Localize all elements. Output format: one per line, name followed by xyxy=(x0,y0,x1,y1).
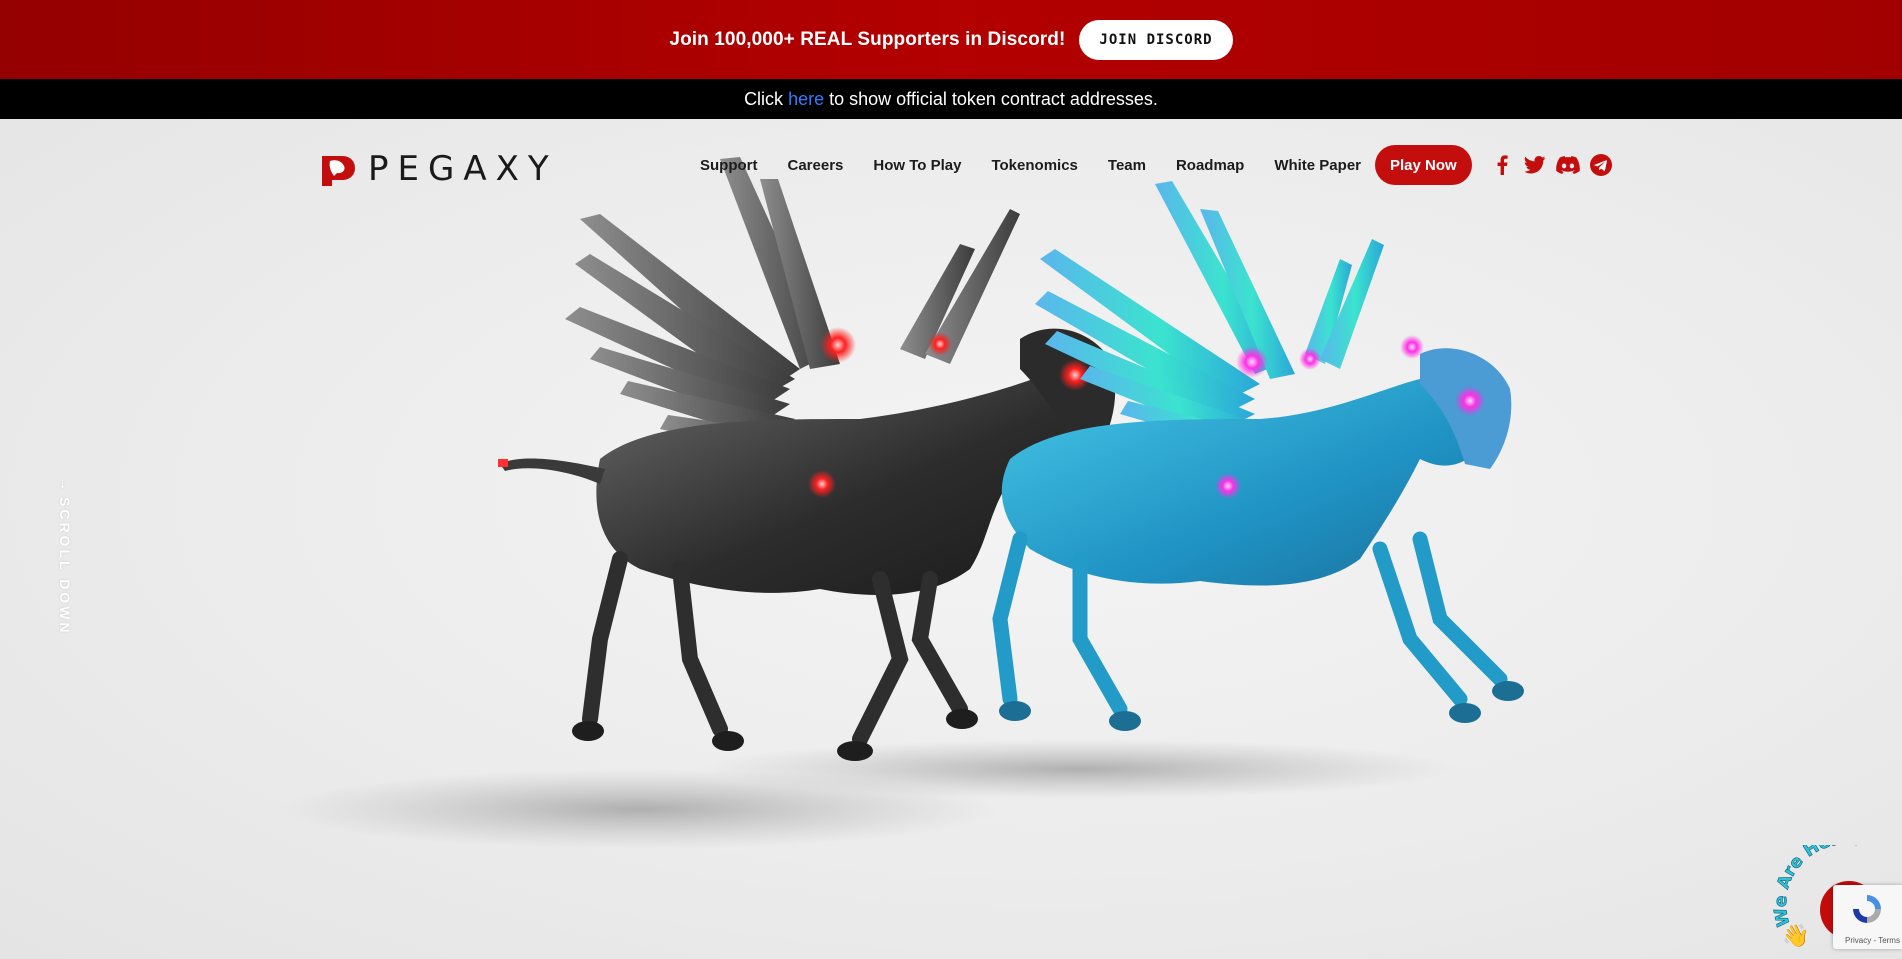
twitter-icon[interactable] xyxy=(1523,153,1547,177)
scroll-down-indicator[interactable]: → SCROLL DOWN xyxy=(57,477,73,636)
recaptcha-terms[interactable]: Privacy - Terms xyxy=(1845,936,1900,945)
notice-text-after: to show official token contract addresse… xyxy=(829,88,1158,109)
hero-section: PEGAXY Support Careers How To Play Token… xyxy=(0,119,1902,959)
join-discord-button[interactable]: Join Discord xyxy=(1079,19,1233,60)
main-nav: Support Careers How To Play Tokenomics T… xyxy=(700,145,1613,185)
facebook-icon[interactable] xyxy=(1490,153,1514,177)
hero-pegasus-artwork xyxy=(280,157,1524,849)
brand-name: PEGAXY xyxy=(368,149,558,189)
scroll-down-label: SCROLL DOWN xyxy=(57,497,73,636)
telegram-icon[interactable] xyxy=(1589,153,1613,177)
discord-icon[interactable] xyxy=(1555,153,1580,177)
nav-item-team[interactable]: Team xyxy=(1108,157,1146,174)
promo-text: Join 100,000+ REAL Supporters in Discord… xyxy=(669,28,1066,50)
pegaxy-logo[interactable]: PEGAXY xyxy=(320,149,558,189)
show-contracts-link[interactable]: here xyxy=(788,89,824,110)
waving-hand-icon: 👋 xyxy=(1782,923,1809,949)
arrow-right-icon: → xyxy=(57,477,73,494)
discord-promo-bar: Join 100,000+ REAL Supporters in Discord… xyxy=(0,0,1902,79)
nav-item-support[interactable]: Support xyxy=(700,157,758,174)
token-notice-bar: Click here to show official token contra… xyxy=(0,79,1902,119)
play-now-button[interactable]: Play Now xyxy=(1375,145,1472,185)
pegaxy-logo-icon xyxy=(322,156,355,186)
recaptcha-icon xyxy=(1853,895,1881,923)
blue-pegasus xyxy=(992,181,1524,731)
social-links xyxy=(1490,153,1613,177)
nav-item-roadmap[interactable]: Roadmap xyxy=(1176,157,1244,174)
nav-item-careers[interactable]: Careers xyxy=(788,157,844,174)
notice-text-before: Click xyxy=(744,88,784,109)
recaptcha-badge[interactable]: Privacy - Terms xyxy=(1833,885,1902,949)
nav-item-how-to-play[interactable]: How To Play xyxy=(873,157,961,174)
nav-item-tokenomics[interactable]: Tokenomics xyxy=(991,157,1077,174)
nav-item-white-paper[interactable]: White Paper xyxy=(1274,157,1361,174)
